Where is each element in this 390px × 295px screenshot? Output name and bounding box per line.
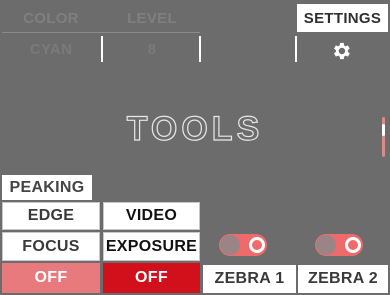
peaking-header: PEAKING [2, 175, 92, 200]
scrollbar-track[interactable] [382, 117, 385, 157]
divider-1 [101, 36, 103, 62]
settings-button[interactable]: SETTINGS [297, 4, 388, 32]
divider-3 [295, 36, 297, 62]
color-label: COLOR [2, 4, 100, 32]
scrollbar-thumb[interactable] [382, 124, 385, 136]
color-value[interactable]: CYAN [2, 34, 100, 64]
divider-2 [199, 36, 201, 62]
zebra1-toggle[interactable] [219, 234, 267, 256]
svg-text:TOOLS: TOOLS [127, 110, 264, 148]
zebra2-toggle-ghost [316, 235, 336, 255]
tools-screen: COLOR LEVEL CYAN 8 SETTINGS TOOLS PEAKIN… [0, 0, 390, 295]
peaking-off-button[interactable]: OFF [2, 263, 100, 293]
level-label: LEVEL [104, 4, 200, 32]
zebra2-toggle-knob [345, 237, 361, 253]
level-value[interactable]: 8 [104, 34, 200, 64]
zebra1-label[interactable]: ZEBRA 1 [203, 265, 296, 293]
gear-icon[interactable] [330, 40, 352, 62]
video-button[interactable]: VIDEO [103, 202, 200, 230]
edge-button[interactable]: EDGE [2, 202, 100, 230]
zebra2-label[interactable]: ZEBRA 2 [298, 265, 388, 293]
exposure-off-button[interactable]: OFF [103, 263, 200, 293]
zebra2-toggle[interactable] [315, 234, 363, 256]
zebra1-toggle-ghost [220, 235, 240, 255]
zebra1-toggle-knob [249, 237, 265, 253]
exposure-button[interactable]: EXPOSURE [103, 232, 200, 261]
header-divider [2, 32, 200, 33]
focus-button[interactable]: FOCUS [2, 232, 100, 261]
page-title: TOOLS [85, 110, 305, 150]
